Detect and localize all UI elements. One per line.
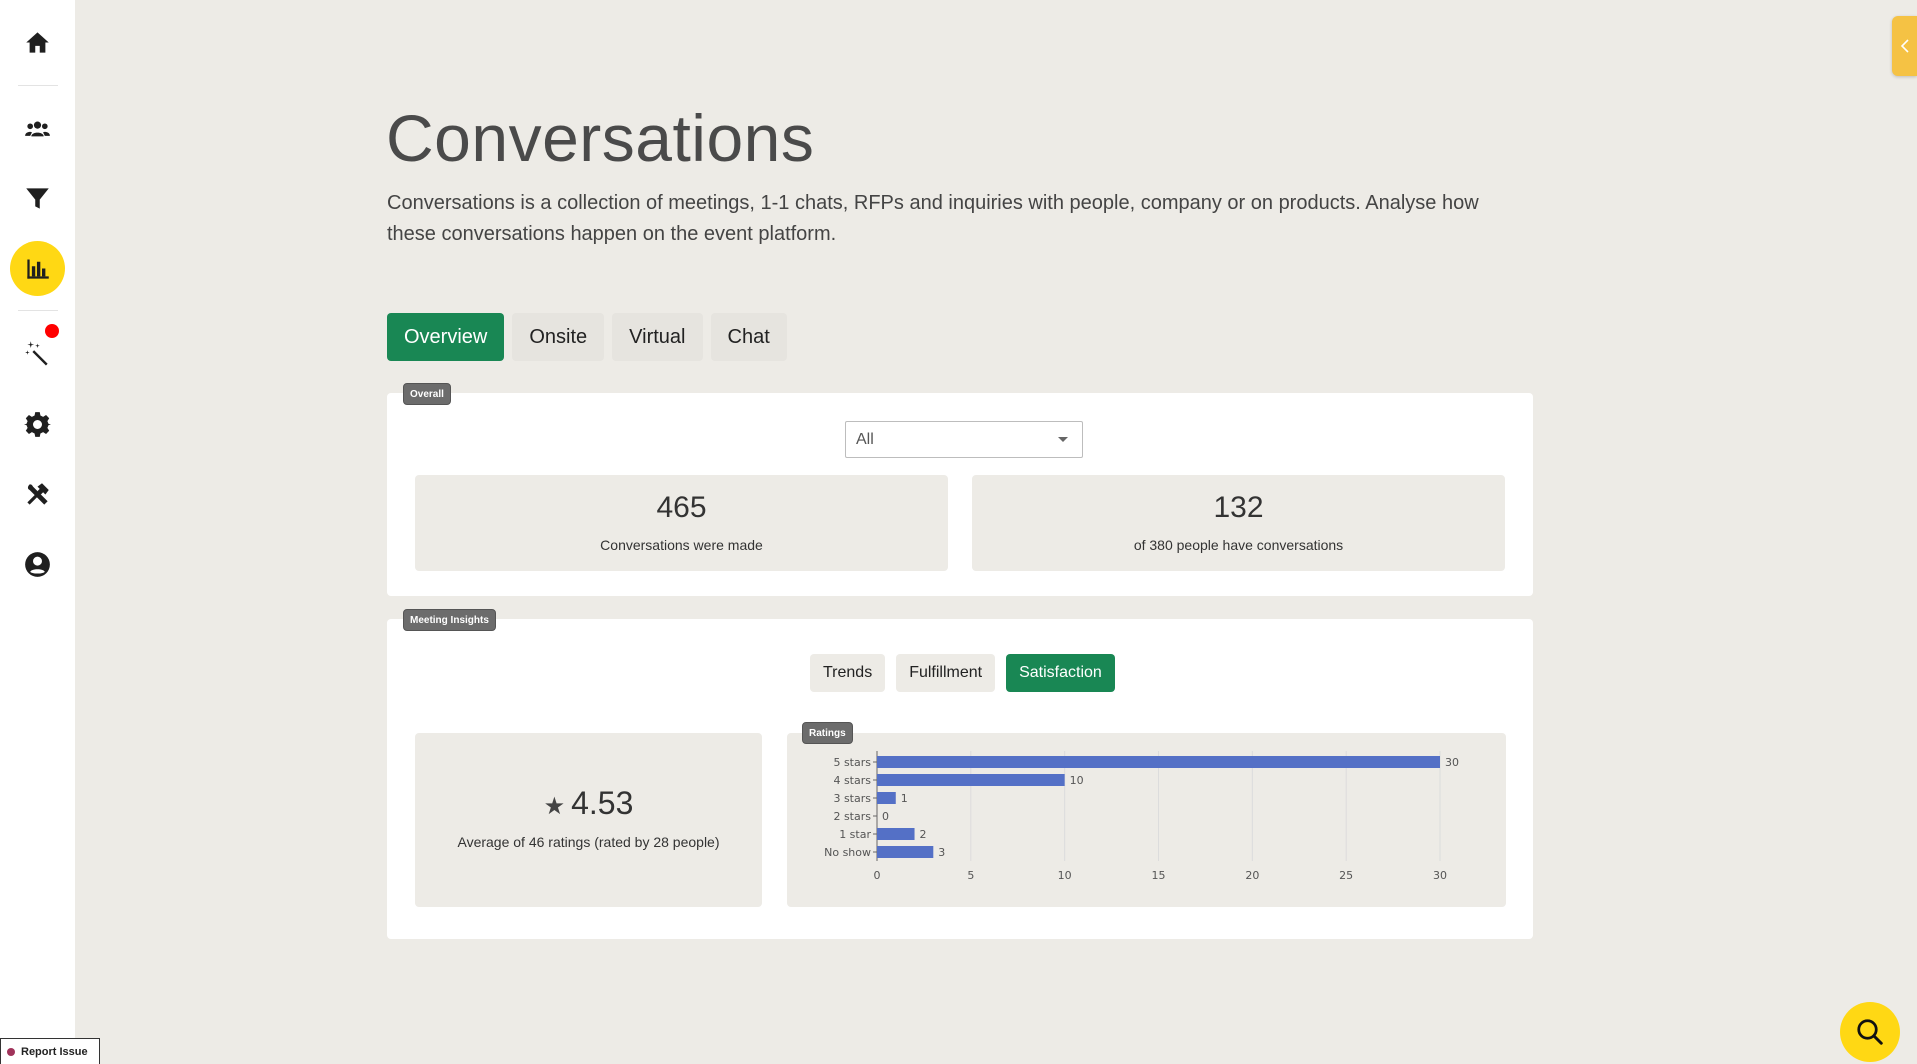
- y-tick-label: 5 stars: [833, 756, 871, 769]
- notification-dot: [45, 324, 59, 338]
- x-tick-label: 0: [874, 869, 881, 882]
- report-issue-label: Report Issue: [21, 1045, 88, 1058]
- nav-profile[interactable]: [0, 536, 75, 592]
- x-tick-label: 5: [967, 869, 974, 882]
- star-icon: ★: [543, 793, 566, 820]
- stat-label: Conversations were made: [600, 537, 763, 553]
- y-tick-label: 1 star: [839, 828, 871, 841]
- x-tick-label: 15: [1152, 869, 1166, 882]
- tools-icon: [27, 482, 49, 505]
- filter-select-value: All: [856, 430, 874, 448]
- x-tick-label: 20: [1245, 869, 1259, 882]
- bug-icon: [7, 1047, 15, 1056]
- nav-tools[interactable]: [0, 466, 75, 522]
- data-label: 30: [1445, 756, 1459, 769]
- tab-overview[interactable]: Overview: [387, 313, 505, 361]
- stat-people: 132 of 380 people have conversations: [972, 475, 1505, 571]
- filter-icon: [26, 187, 49, 209]
- ratings-chart-box: 0 5 10 15 20 25 30 5 stars 30 4 stars 10 3 stars 1 2 …: [787, 733, 1506, 907]
- bar: [877, 846, 934, 858]
- y-tick-label: 2 stars: [833, 810, 871, 823]
- gear-icon: [24, 411, 51, 437]
- nav-home[interactable]: [0, 14, 75, 70]
- rating-value-row: ★ 4.53: [544, 785, 634, 822]
- bar: [877, 792, 896, 804]
- main-tabs: Overview Onsite Virtual Chat: [387, 313, 787, 361]
- subtab-trends[interactable]: Trends: [810, 654, 886, 692]
- data-label: 2: [920, 828, 927, 841]
- user-circle-icon: [25, 551, 50, 577]
- data-label: 10: [1070, 774, 1084, 787]
- nav-divider: [18, 310, 58, 311]
- average-rating-box: ★ 4.53 Average of 46 ratings (rated by 2…: [415, 733, 762, 907]
- x-tick-label: 30: [1433, 869, 1447, 882]
- bar: [877, 828, 915, 840]
- ratings-tag: Ratings: [802, 722, 853, 744]
- magic-wand-icon: [25, 340, 48, 365]
- insights-subtabs: Trends Fulfillment Satisfaction: [810, 654, 1115, 692]
- nav-analytics[interactable]: [0, 240, 75, 296]
- x-tick-label: 25: [1339, 869, 1353, 882]
- data-label: 0: [882, 810, 889, 823]
- y-tick-label: 3 stars: [833, 792, 871, 805]
- nav-settings[interactable]: [0, 396, 75, 452]
- nav-magic[interactable]: [0, 324, 75, 380]
- page-description: Conversations is a collection of meeting…: [387, 192, 1479, 245]
- meeting-insights-tag: Meeting Insights: [403, 609, 496, 631]
- nav-filter[interactable]: [0, 170, 75, 226]
- y-tick-label: No show: [824, 846, 871, 859]
- stat-value: 465: [656, 491, 707, 524]
- search-button[interactable]: [1840, 1002, 1900, 1062]
- people-icon: [25, 121, 50, 136]
- rating-label: Average of 46 ratings (rated by 28 peopl…: [457, 834, 720, 850]
- subtab-satisfaction[interactable]: Satisfaction: [1006, 654, 1115, 692]
- tab-chat[interactable]: Chat: [710, 313, 787, 361]
- overall-tag: Overall: [403, 383, 451, 405]
- rating-value: 4.53: [571, 785, 634, 821]
- chevron-left-icon: [1900, 39, 1909, 53]
- y-tick-label: 4 stars: [833, 774, 871, 787]
- nav-divider: [18, 85, 58, 86]
- ratings-chart: 0 5 10 15 20 25 305 stars 304 stars 103 stars 12 …: [824, 751, 1459, 882]
- filter-select[interactable]: All: [845, 421, 1083, 458]
- bar-chart-icon: [27, 259, 49, 279]
- report-issue-button[interactable]: Report Issue: [0, 1038, 100, 1064]
- nav-people[interactable]: [0, 100, 75, 156]
- home-icon: [26, 31, 49, 53]
- bar: [877, 756, 1440, 768]
- x-tick-label: 10: [1058, 869, 1072, 882]
- sidebar: Report Issue: [0, 0, 100, 1064]
- tab-virtual[interactable]: Virtual: [612, 313, 703, 361]
- active-indicator: [10, 240, 65, 296]
- collapse-panel-button[interactable]: [1892, 16, 1917, 76]
- bar: [877, 774, 1065, 786]
- data-label: 3: [938, 846, 945, 859]
- tab-onsite[interactable]: Onsite: [512, 313, 605, 361]
- search-icon: [1857, 1019, 1883, 1045]
- subtab-fulfillment[interactable]: Fulfillment: [896, 654, 996, 692]
- page-title: Conversations: [386, 101, 815, 175]
- stat-conversations: 465 Conversations were made: [415, 475, 948, 571]
- stat-label: of 380 people have conversations: [1133, 537, 1344, 553]
- data-label: 1: [901, 792, 908, 805]
- chevron-down-icon: [1058, 437, 1068, 442]
- stat-value: 132: [1213, 491, 1264, 524]
